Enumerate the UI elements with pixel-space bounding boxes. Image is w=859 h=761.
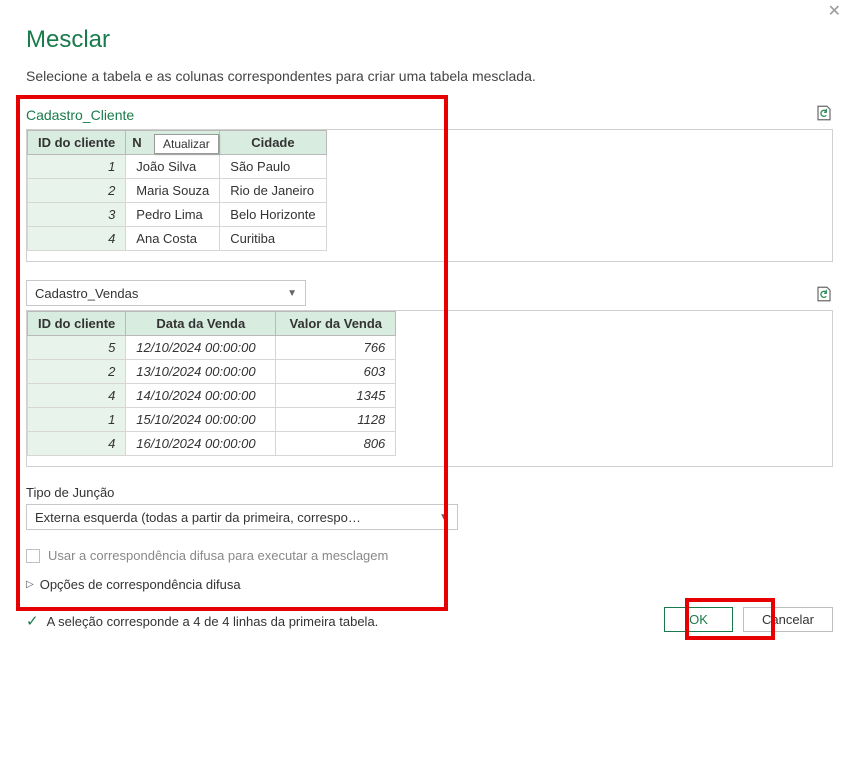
secondary-table-dropdown[interactable]: Cadastro_Vendas ▼ (26, 280, 306, 306)
table-row: 414/10/2024 00:00:001345 (28, 384, 396, 408)
dialog-title: Mesclar (26, 26, 833, 54)
primary-table-preview[interactable]: Atualizar ID do cliente N Cidade 1João S… (26, 129, 833, 262)
table-row: 2Maria SouzaRio de Janeiro (28, 179, 327, 203)
table-row: 213/10/2024 00:00:00603 (28, 360, 396, 384)
refresh-icon[interactable] (815, 104, 833, 125)
col-header[interactable]: Data da Venda (126, 312, 276, 336)
col-header[interactable]: ID do cliente (28, 312, 126, 336)
secondary-table-name: Cadastro_Vendas (35, 286, 138, 301)
checkmark-icon: ✓ (26, 612, 39, 630)
chevron-down-icon: ▼ (439, 512, 449, 523)
ok-button[interactable]: OK (664, 607, 733, 632)
table-row: 416/10/2024 00:00:00806 (28, 432, 396, 456)
table-row: 3Pedro LimaBelo Horizonte (28, 203, 327, 227)
join-kind-selected: Externa esquerda (todas a partir da prim… (35, 510, 433, 525)
tooltip-atualizar: Atualizar (154, 134, 219, 154)
chevron-right-icon: ▷ (26, 579, 34, 590)
col-header[interactable]: Cidade (220, 131, 326, 155)
table-row: 4Ana CostaCuritiba (28, 227, 327, 251)
cancel-button[interactable]: Cancelar (743, 607, 833, 632)
fuzzy-options-expander[interactable]: ▷ Opções de correspondência difusa (26, 577, 833, 592)
refresh-icon[interactable] (815, 285, 833, 306)
dialog-subtitle: Selecione a tabela e as colunas correspo… (26, 68, 833, 84)
join-kind-dropdown[interactable]: Externa esquerda (todas a partir da prim… (26, 504, 458, 530)
table-row: 512/10/2024 00:00:00766 (28, 336, 396, 360)
table-row: 1João SilvaSão Paulo (28, 155, 327, 179)
join-kind-label: Tipo de Junção (26, 485, 833, 500)
table-row: 115/10/2024 00:00:001128 (28, 408, 396, 432)
chevron-down-icon: ▼ (287, 288, 297, 299)
fuzzy-match-checkbox[interactable]: Usar a correspondência difusa para execu… (26, 548, 833, 563)
close-icon[interactable]: ✕ (828, 4, 841, 20)
primary-table-name: Cadastro_Cliente (26, 105, 134, 125)
secondary-table-preview[interactable]: ID do cliente Data da Venda Valor da Ven… (26, 310, 833, 467)
checkbox-icon (26, 549, 40, 563)
col-header[interactable]: ID do cliente (28, 131, 126, 155)
col-header[interactable]: Valor da Venda (276, 312, 396, 336)
